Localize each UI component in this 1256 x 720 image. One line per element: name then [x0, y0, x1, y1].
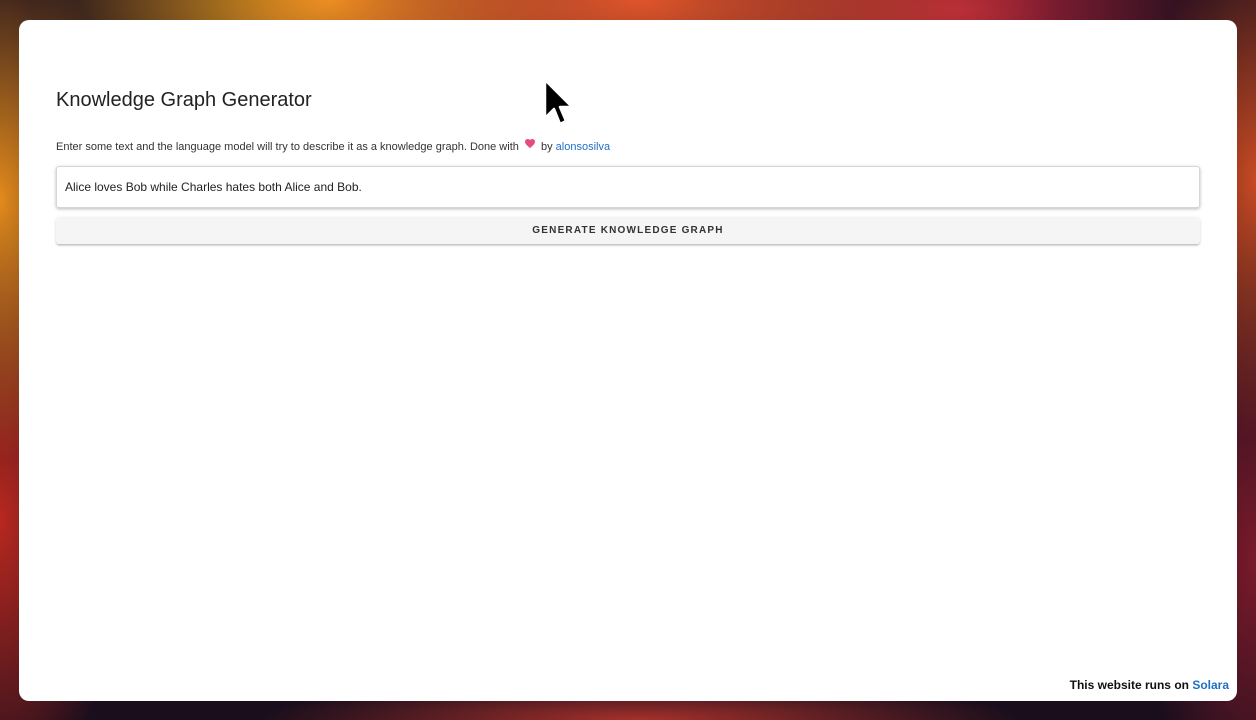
page-title: Knowledge Graph Generator — [56, 89, 312, 111]
footer-credit: This website runs on Solara — [1070, 678, 1229, 692]
page-description: Enter some text and the language model w… — [56, 137, 610, 154]
text-input[interactable] — [56, 166, 1200, 208]
description-text: Enter some text and the language model w… — [56, 141, 522, 153]
main-content: Knowledge Graph Generator Enter some tex… — [56, 88, 1200, 244]
description-by: by — [537, 141, 556, 153]
footer-text: This website runs on — [1069, 678, 1193, 692]
app-window: Knowledge Graph Generator Enter some tex… — [19, 20, 1237, 701]
solara-link[interactable]: Solara — [1192, 678, 1229, 692]
heart-icon — [524, 139, 535, 149]
mouse-cursor-icon — [543, 78, 573, 126]
generate-knowledge-graph-button[interactable]: Generate Knowledge Graph — [56, 217, 1200, 244]
author-link[interactable]: alonsosilva — [556, 141, 610, 153]
